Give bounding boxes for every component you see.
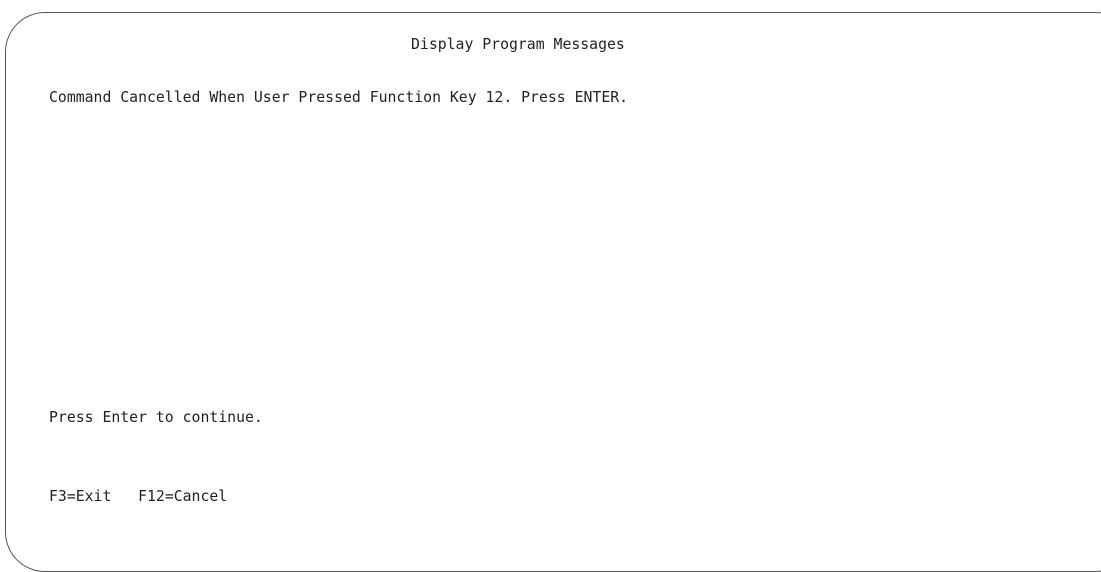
screen-title: Display Program Messages — [411, 36, 625, 53]
continue-prompt: Press Enter to continue. — [49, 409, 263, 426]
program-message: Command Cancelled When User Pressed Func… — [49, 89, 629, 106]
f3-exit-key[interactable]: F3=Exit — [49, 488, 111, 505]
f12-cancel-key[interactable]: F12=Cancel — [138, 488, 227, 505]
function-key-bar: F3=Exit F12=Cancel — [49, 488, 227, 506]
